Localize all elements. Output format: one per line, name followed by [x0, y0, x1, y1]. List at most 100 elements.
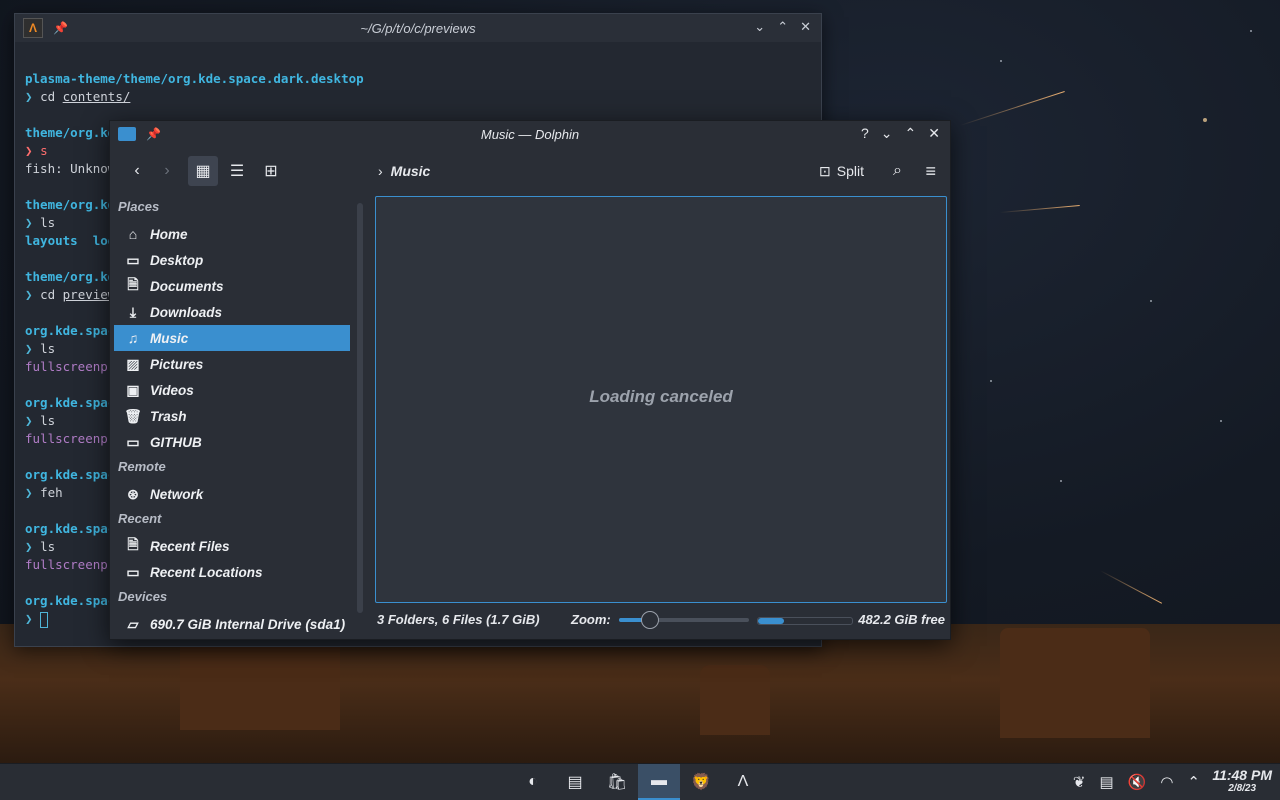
sidebar-item-label: Videos: [150, 382, 194, 398]
zoom-slider-handle[interactable]: [640, 611, 659, 629]
volume-muted-icon[interactable]: 🔇: [1128, 773, 1147, 791]
hamburger-menu-icon[interactable]: ≡: [925, 161, 936, 182]
pin-icon[interactable]: 📌: [53, 21, 68, 35]
music-icon: ♫: [127, 330, 139, 346]
status-summary: 3 Folders, 6 Files (1.7 GiB): [377, 611, 540, 627]
terminal-line: plasma-theme/theme/org.kde.space.dark.de…: [25, 70, 811, 88]
videos-icon: ▣: [126, 381, 140, 398]
split-button[interactable]: ⊡ Split: [819, 163, 864, 180]
sidebar-item-label: Downloads: [150, 304, 223, 320]
terminal-line: ❯ cd contents/: [25, 88, 811, 106]
dolphin-app-icon[interactable]: [118, 127, 136, 141]
breadcrumb[interactable]: › Music: [378, 163, 430, 179]
sidebar-item-documents[interactable]: 🗎 Documents: [114, 273, 350, 299]
sidebar-item-music[interactable]: ♫ Music: [114, 325, 350, 351]
terminal-arg: preview: [62, 287, 116, 302]
dolphin-title: Music — Dolphin: [480, 126, 580, 142]
terminal-arg: contents/: [62, 89, 131, 104]
sidebar-item-downloads[interactable]: ⤓ Downloads: [114, 299, 350, 325]
app-launcher-icon[interactable]: ◐: [512, 764, 554, 800]
terminal-command: ls: [40, 341, 56, 356]
sidebar-item-recent-files[interactable]: 🗎 Recent Files: [114, 533, 350, 559]
zoom-slider[interactable]: [619, 611, 749, 629]
breadcrumb-music[interactable]: Music: [391, 163, 431, 179]
tree-view-icon[interactable]: ⊞: [256, 156, 286, 186]
terminal-file: fullscreenpr: [25, 557, 116, 572]
sidebar-scrollbar[interactable]: [357, 203, 363, 613]
terminal-command: s: [40, 143, 48, 158]
terminal-command: ls: [40, 413, 56, 428]
sidebar-item-videos[interactable]: ▣ Videos: [114, 377, 350, 403]
terminal-app-icon[interactable]: Λ: [23, 18, 43, 38]
sidebar-item-label: Recent Locations: [150, 564, 263, 580]
help-icon[interactable]: ?: [861, 125, 869, 142]
minimize-icon[interactable]: ⌄: [881, 125, 893, 142]
maximize-icon[interactable]: ⌃: [905, 125, 917, 142]
back-icon[interactable]: ‹: [122, 156, 152, 186]
terminal-command: cd: [40, 287, 56, 302]
downloads-icon: ⤓: [129, 303, 137, 320]
forward-icon[interactable]: ›: [152, 156, 182, 186]
system-tray: ❦ ▤ 🔇 ◠ ⌃: [1073, 764, 1200, 800]
details-view-icon[interactable]: ☰: [222, 156, 252, 186]
sidebar-item-network[interactable]: ⊛ Network: [114, 481, 350, 507]
prompt-icon: ❯: [25, 341, 33, 356]
clipboard-icon[interactable]: ▤: [1099, 773, 1113, 791]
terminal-path: org.kde.spac: [25, 521, 116, 536]
terminal-path: org.kde.spac: [25, 395, 116, 410]
places-panel: Places ⌂ Home ▭ Desktop 🗎 Documents ⤓ Downloads ♫…: [110, 195, 354, 639]
pin-icon[interactable]: 📌: [146, 127, 161, 141]
drive-icon: ▱: [127, 615, 139, 632]
terminal-titlebar[interactable]: Λ 📌 ~/G/p/t/o/c/previews ⌄ ⌃ ✕: [15, 14, 821, 42]
dolphin-task-icon[interactable]: ▬: [638, 764, 680, 800]
chevron-right-icon: ›: [378, 163, 383, 179]
taskbar: ◐ ▤ 🛍 ▬ 🦁 Λ ❦ ▤ 🔇 ◠ ⌃ 11:48 PM 2/8/23: [0, 763, 1280, 800]
terminal-path: plasma-theme/theme/org.kde.space.dark.de…: [25, 71, 364, 86]
prompt-icon: ❯: [25, 611, 33, 626]
terminal-command: feh: [40, 485, 63, 500]
vault-icon[interactable]: ❦: [1073, 773, 1086, 791]
terminal-text: fish: Unknow: [25, 161, 116, 176]
prompt-icon: ❯: [25, 485, 33, 500]
tray-expand-icon[interactable]: ⌃: [1187, 773, 1200, 791]
maximize-icon[interactable]: ⌃: [777, 19, 788, 35]
prompt-icon: ❯: [25, 89, 33, 104]
system-monitor-icon[interactable]: ▤: [554, 764, 596, 800]
file-view[interactable]: Loading canceled: [375, 196, 947, 603]
sidebar-section-devices: Devices: [118, 589, 168, 604]
sidebar-item-trash[interactable]: 🗑 Trash: [114, 403, 350, 429]
dolphin-titlebar[interactable]: 📌 Music — Dolphin ? ⌄ ⌃ ✕: [110, 121, 950, 147]
home-icon: ⌂: [128, 226, 138, 242]
wifi-icon[interactable]: ◠: [1160, 773, 1173, 791]
sidebar-section-places: Places: [118, 199, 160, 214]
search-icon[interactable]: ⌕: [893, 162, 902, 180]
terminal-command: ls: [40, 539, 56, 554]
close-icon[interactable]: ✕: [928, 125, 940, 142]
dolphin-window[interactable]: 📌 Music — Dolphin ? ⌄ ⌃ ✕ ‹ › ▦ ☰ ⊞ › Mu…: [109, 120, 951, 640]
sidebar-item-pictures[interactable]: ▨ Pictures: [114, 351, 350, 377]
brave-browser-icon[interactable]: 🦁: [680, 764, 722, 800]
sidebar-item-home[interactable]: ⌂ Home: [114, 221, 350, 247]
terminal-path: org.kde.spac: [25, 593, 116, 608]
sidebar-item-desktop[interactable]: ▭ Desktop: [114, 247, 350, 273]
clock-time: 11:48 PM: [1212, 767, 1272, 783]
prompt-icon: ❯: [25, 287, 33, 302]
recent-files-icon: 🗎: [127, 536, 139, 552]
sidebar-item-recent-locations[interactable]: ▭ Recent Locations: [114, 559, 350, 585]
minimize-icon[interactable]: ⌄: [754, 19, 765, 35]
sidebar-item-github[interactable]: ▭ GITHUB: [114, 429, 350, 455]
icons-view-icon[interactable]: ▦: [188, 156, 218, 186]
store-icon[interactable]: 🛍: [596, 764, 638, 800]
digital-clock[interactable]: 11:48 PM 2/8/23: [1212, 767, 1272, 794]
sidebar-item-label: Documents: [150, 278, 224, 294]
sidebar-item-690-7-gib-internal-drive-sda1-[interactable]: ▱ 690.7 GiB Internal Drive (sda1): [114, 611, 350, 637]
terminal-task-icon[interactable]: Λ: [722, 764, 764, 800]
terminal-file: fullscreenpr: [25, 359, 116, 374]
sidebar-section-recent: Recent: [118, 511, 162, 526]
free-space-label[interactable]: 482.2 GiB free: [858, 612, 945, 627]
terminal-path: org.kde.spac: [25, 467, 116, 482]
terminal-path: theme/org.kd: [25, 125, 116, 140]
terminal-cursor[interactable]: [40, 611, 49, 628]
sidebar-section-remote: Remote: [118, 459, 166, 474]
close-icon[interactable]: ✕: [800, 19, 811, 35]
